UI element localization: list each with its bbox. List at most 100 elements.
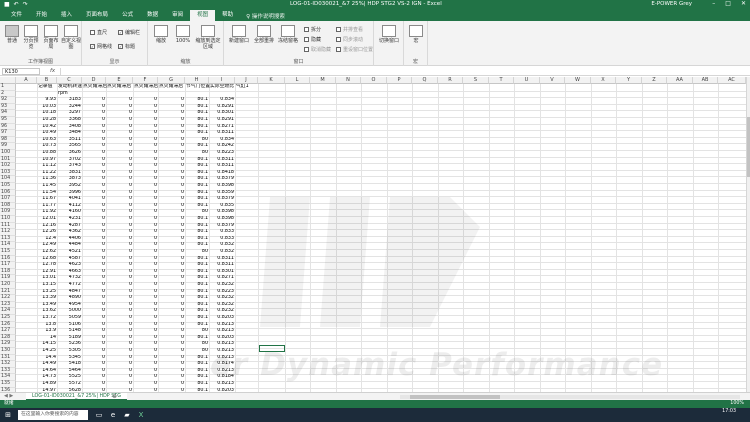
table-cell[interactable]: 0	[106, 216, 133, 223]
table-cell[interactable]: 0	[158, 295, 185, 302]
table-cell[interactable]: 80.1	[185, 196, 209, 203]
table-cell[interactable]: 5345	[57, 355, 82, 362]
table-cell[interactable]: 11.77	[37, 203, 57, 210]
table-cell[interactable]: 0	[133, 150, 158, 157]
table-cell[interactable]: 0	[106, 355, 133, 362]
table-cell[interactable]: 0	[82, 355, 106, 362]
table-cell[interactable]: 0.8232	[209, 308, 235, 315]
unit-cell[interactable]	[159, 91, 186, 98]
table-cell[interactable]: 80.1	[185, 97, 209, 104]
row-header[interactable]: 129	[0, 341, 16, 348]
table-cell[interactable]: 0.8418	[209, 170, 235, 177]
table-cell[interactable]: 80	[185, 249, 209, 256]
table-cell[interactable]: 12.78	[37, 262, 57, 269]
table-cell[interactable]: 80.1	[185, 322, 209, 329]
table-cell[interactable]: 0	[133, 236, 158, 243]
row-header[interactable]: 100	[0, 150, 16, 157]
column-header[interactable]: D	[82, 77, 106, 84]
row-header[interactable]: 134	[0, 374, 16, 381]
table-cell[interactable]: 0	[106, 361, 133, 368]
table-cell[interactable]: 5305	[57, 348, 82, 355]
table-cell[interactable]: 4847	[57, 289, 82, 296]
column-header[interactable]: F	[133, 77, 158, 84]
row-header[interactable]: 95	[0, 117, 16, 124]
table-cell[interactable]: 3996	[57, 190, 82, 197]
table-cell[interactable]: 0	[133, 223, 158, 230]
table-cell[interactable]: 0	[82, 223, 106, 230]
column-header[interactable]: AA	[667, 77, 693, 84]
table-cell[interactable]: 0	[106, 150, 133, 157]
table-cell[interactable]: 4521	[57, 249, 82, 256]
table-cell[interactable]: 11.54	[37, 190, 57, 197]
table-cell[interactable]: 0	[158, 381, 185, 388]
table-cell[interactable]: 80.1	[185, 381, 209, 388]
table-cell[interactable]: 80.1	[185, 361, 209, 368]
table-cell[interactable]: 0	[82, 229, 106, 236]
table-cell[interactable]: 0	[133, 302, 158, 309]
file-explorer-icon[interactable]: ▰	[122, 410, 132, 420]
table-cell[interactable]: 0	[158, 229, 185, 236]
table-cell[interactable]: 12.62	[37, 249, 57, 256]
unhide-button[interactable]: 取消隐藏	[304, 46, 331, 53]
table-cell[interactable]: 0	[133, 196, 158, 203]
table-cell[interactable]: 14	[37, 335, 57, 342]
table-cell[interactable]: 10.73	[37, 143, 57, 150]
table-cell[interactable]: 80.1	[185, 374, 209, 381]
table-cell[interactable]: 4112	[57, 203, 82, 210]
table-cell[interactable]: 0.8223	[209, 150, 235, 157]
table-cell[interactable]: 80.1	[185, 308, 209, 315]
row-header[interactable]: 125	[0, 315, 16, 322]
column-header[interactable]: S	[463, 77, 489, 84]
column-header[interactable]: Z	[642, 77, 667, 84]
add-sheet-icon[interactable]: ⊕	[112, 393, 117, 400]
table-cell[interactable]: 0	[82, 216, 106, 223]
formula-bar-checkbox[interactable]: ✓ 编辑栏	[118, 29, 140, 36]
table-cell[interactable]: 4623	[57, 262, 82, 269]
table-cell[interactable]: 0	[82, 275, 106, 282]
table-cell[interactable]: 11.36	[37, 176, 57, 183]
table-cell[interactable]: 0	[106, 374, 133, 381]
table-cell[interactable]: 80.1	[185, 335, 209, 342]
table-cell[interactable]: 0	[82, 348, 106, 355]
table-cell[interactable]: 0	[106, 229, 133, 236]
table-cell[interactable]: 0	[82, 196, 106, 203]
page-layout-view-button[interactable]: 页面布局	[42, 25, 60, 50]
table-cell[interactable]: 3743	[57, 163, 82, 170]
table-cell[interactable]: 0	[133, 374, 158, 381]
row-header[interactable]: 107	[0, 196, 16, 203]
table-cell[interactable]: 0	[106, 328, 133, 335]
table-cell[interactable]: 0.8291	[209, 117, 235, 124]
table-cell[interactable]: 0	[106, 348, 133, 355]
table-cell[interactable]: 0	[158, 196, 185, 203]
table-cell[interactable]: 0	[158, 308, 185, 315]
table-cell[interactable]: 80.1	[185, 157, 209, 164]
table-cell[interactable]: 0	[158, 190, 185, 197]
table-cell[interactable]: 80.1	[185, 110, 209, 117]
table-cell[interactable]: 0	[133, 361, 158, 368]
table-cell[interactable]: 5572	[57, 381, 82, 388]
table-cell[interactable]: 10.03	[37, 104, 57, 111]
table-cell[interactable]: 3368	[57, 117, 82, 124]
table-cell[interactable]: 14.64	[37, 368, 57, 375]
table-cell[interactable]: 80.1	[185, 143, 209, 150]
row-header[interactable]: 132	[0, 361, 16, 368]
table-cell[interactable]: 0	[82, 176, 106, 183]
table-cell[interactable]: 10.42	[37, 124, 57, 131]
spreadsheet-grid[interactable]: A B C D E F G H I J K L M N O P Q R S T U V W X Y Z AA AB AC 1 记录值 发动机转…	[0, 77, 746, 392]
table-cell[interactable]: 12.68	[37, 256, 57, 263]
column-header[interactable]: AB	[693, 77, 718, 84]
tab-insert[interactable]: 插入	[54, 10, 79, 21]
table-cell[interactable]: 13.9	[37, 328, 57, 335]
table-cell[interactable]: 14.49	[37, 361, 57, 368]
tab-home[interactable]: 开始	[29, 10, 54, 21]
row-header[interactable]: 105	[0, 183, 16, 190]
unit-cell[interactable]	[107, 91, 134, 98]
table-cell[interactable]: 0.8359	[209, 190, 235, 197]
table-cell[interactable]: 0	[158, 143, 185, 150]
table-cell[interactable]: 0	[82, 361, 106, 368]
column-title-cell[interactable]: 记录值	[38, 84, 58, 91]
tab-file[interactable]: 文件	[4, 10, 29, 21]
row-header[interactable]: 120	[0, 282, 16, 289]
table-cell[interactable]: 5189	[57, 335, 82, 342]
table-cell[interactable]: 0.8311	[209, 157, 235, 164]
